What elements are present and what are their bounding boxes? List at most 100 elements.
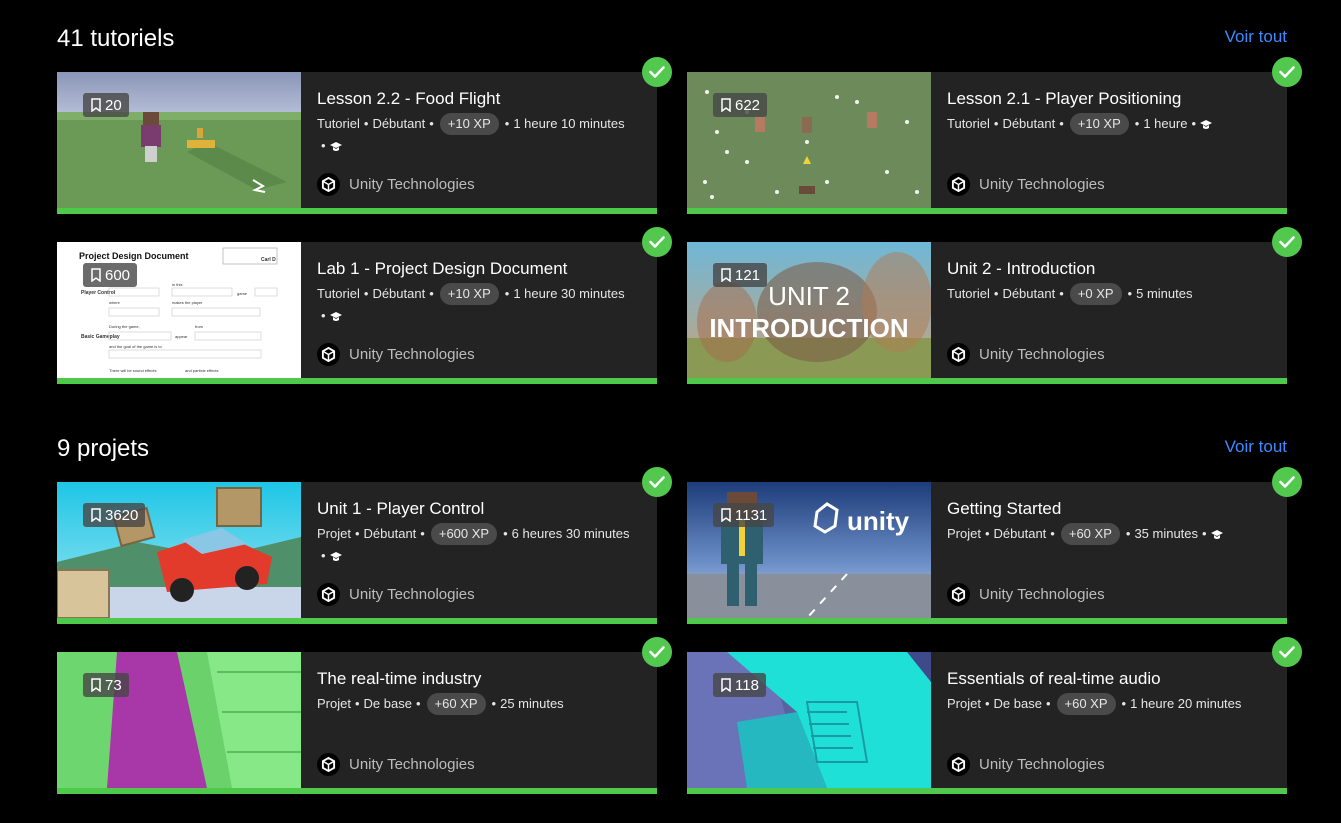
thumb-label-2: game [237,291,248,296]
card-info: Lesson 2.1 - Player Positioning Tutoriel… [947,72,1277,208]
card-thumbnail[interactable]: UNIT 2 INTRODUCTION 121 [687,242,931,378]
bookmark-count-badge[interactable]: 1131 [713,503,775,527]
content-type: Projet [317,526,351,541]
card-meta: Projet • De base • +60 XP • 1 heure 20 minutes [947,693,1282,715]
author[interactable]: Unity Technologies [317,173,475,196]
card-title[interactable]: Essentials of real-time audio [947,669,1161,689]
card-title[interactable]: Lesson 2.2 - Food Flight [317,89,500,109]
xp-badge: +0 XP [1069,283,1122,305]
xp-badge: +10 XP [439,283,499,305]
card-meta: Tutoriel • Débutant • +10 XP • 1 heure • [947,113,1282,135]
content-type: Tutoriel [317,116,360,131]
thumb-label-6: from [195,324,204,329]
card-info: Essentials of real-time audio Projet • De … [947,652,1277,788]
tutorials-header: 41 tutoriels Voir tout [57,25,1287,55]
bookmark-icon [721,268,731,282]
card-thumbnail[interactable]: 118 [687,652,931,788]
card-thumbnail[interactable]: unity 1131 [687,482,931,618]
completion-bar [57,208,657,214]
card-thumbnail[interactable]: 622 [687,72,931,208]
card-meta: Projet • Débutant • +60 XP • 35 minutes • [947,523,1282,545]
duration: 25 minutes [500,696,564,711]
card-info: Getting Started Projet • Débutant • +60 XP • 3… [947,482,1277,618]
unity-logo-icon [317,583,340,606]
completed-check-icon [642,227,672,257]
card-thumbnail[interactable]: 20 [57,72,301,208]
author-name: Unity Technologies [349,756,475,773]
unity-logo-icon [947,583,970,606]
card-title[interactable]: Lesson 2.1 - Player Positioning [947,89,1181,109]
duration: 1 heure 10 minutes [513,116,625,131]
completion-bar [687,208,1287,214]
tutorials-see-all-link[interactable]: Voir tout [1225,27,1287,47]
bookmark-count-badge[interactable]: 600 [83,263,138,287]
completion-bar [687,618,1287,624]
tutorial-card-food-flight[interactable]: 20 Lesson 2.2 - Food Flight Tutoriel • Déb… [57,57,672,214]
thumb-label-10: and particle effects [185,368,219,373]
author-name: Unity Technologies [979,346,1105,363]
card-thumbnail[interactable]: Project Design Document Carl D Player Co… [57,242,301,378]
xp-badge: +60 XP [426,693,486,715]
card-title[interactable]: Getting Started [947,499,1061,519]
xp-badge: +60 XP [1060,523,1120,545]
bookmark-count: 118 [735,676,759,694]
completion-bar [687,788,1287,794]
card-thumbnail[interactable]: 73 [57,652,301,788]
tutorial-card-project-design-document[interactable]: Project Design Document Carl D Player Co… [57,227,672,384]
card-title[interactable]: Unit 2 - Introduction [947,259,1095,279]
graduation-cap-icon [1200,119,1212,129]
card-title[interactable]: Lab 1 - Project Design Document [317,259,567,279]
project-card-real-time-audio[interactable]: 118 Essentials of real-time audio Projet… [687,637,1302,794]
bookmark-count: 73 [105,676,122,694]
card-info: Unit 2 - Introduction Tutoriel • Débutant •… [947,242,1277,378]
project-card-real-time-industry[interactable]: 73 The real-time industry Projet • De base… [57,637,672,794]
author-name: Unity Technologies [979,586,1105,603]
thumb-label-1: in this [172,282,182,287]
content-type: Projet [947,526,981,541]
project-card-getting-started[interactable]: unity 1131 Getting Started Projet • Débuta… [687,467,1302,624]
unity-logo-icon [317,173,340,196]
xp-badge: +10 XP [439,113,499,135]
card-meta: Projet • De base • +60 XP • 25 minutes [317,693,652,715]
bookmark-count: 1131 [735,506,768,524]
bookmark-icon [721,508,731,522]
difficulty-level: De base [363,696,412,711]
author[interactable]: Unity Technologies [947,753,1105,776]
author[interactable]: Unity Technologies [317,753,475,776]
project-card-player-control[interactable]: 3620 Unit 1 - Player Control Projet • Débu… [57,467,672,624]
bookmark-count-badge[interactable]: 73 [83,673,129,697]
thumb-label-4: makes the player [172,300,203,305]
bookmark-count-badge[interactable]: 622 [713,93,768,117]
duration: 6 heures 30 minutes [511,526,630,541]
card-title[interactable]: Unit 1 - Player Control [317,499,484,519]
card-thumbnail[interactable]: 3620 [57,482,301,618]
author[interactable]: Unity Technologies [317,583,475,606]
graduation-cap-icon [1210,529,1223,539]
tutorial-card-unit-2-introduction[interactable]: UNIT 2 INTRODUCTION 121 Unit 2 - Introdu… [687,227,1302,384]
bookmark-icon [721,98,731,112]
bookmark-icon [91,678,101,692]
projects-see-all-link[interactable]: Voir tout [1225,437,1287,457]
bookmark-count: 20 [105,96,122,114]
completed-check-icon [1272,227,1302,257]
content-type: Projet [947,696,981,711]
bookmark-count: 121 [735,266,761,284]
bookmark-count: 622 [735,96,761,114]
xp-badge: +60 XP [1056,693,1116,715]
bookmark-count-badge[interactable]: 3620 [83,503,146,527]
content-type: Tutoriel [947,116,990,131]
author[interactable]: Unity Technologies [947,583,1105,606]
content-type: Tutoriel [947,286,990,301]
author[interactable]: Unity Technologies [947,173,1105,196]
tutorial-card-player-positioning[interactable]: 622 Lesson 2.1 - Player Positioning Tuto… [687,57,1302,214]
bookmark-count-badge[interactable]: 121 [713,263,768,287]
bookmark-count-badge[interactable]: 20 [83,93,129,117]
bookmark-count-badge[interactable]: 118 [713,673,766,697]
card-meta: Tutoriel • Débutant • +10 XP • 1 heure 10 minu… [317,113,652,157]
author[interactable]: Unity Technologies [947,343,1105,366]
difficulty-level: Débutant [1002,286,1056,301]
graduation-cap-icon [329,311,342,321]
duration: 5 minutes [1136,286,1193,301]
card-title[interactable]: The real-time industry [317,669,481,689]
author[interactable]: Unity Technologies [317,343,475,366]
